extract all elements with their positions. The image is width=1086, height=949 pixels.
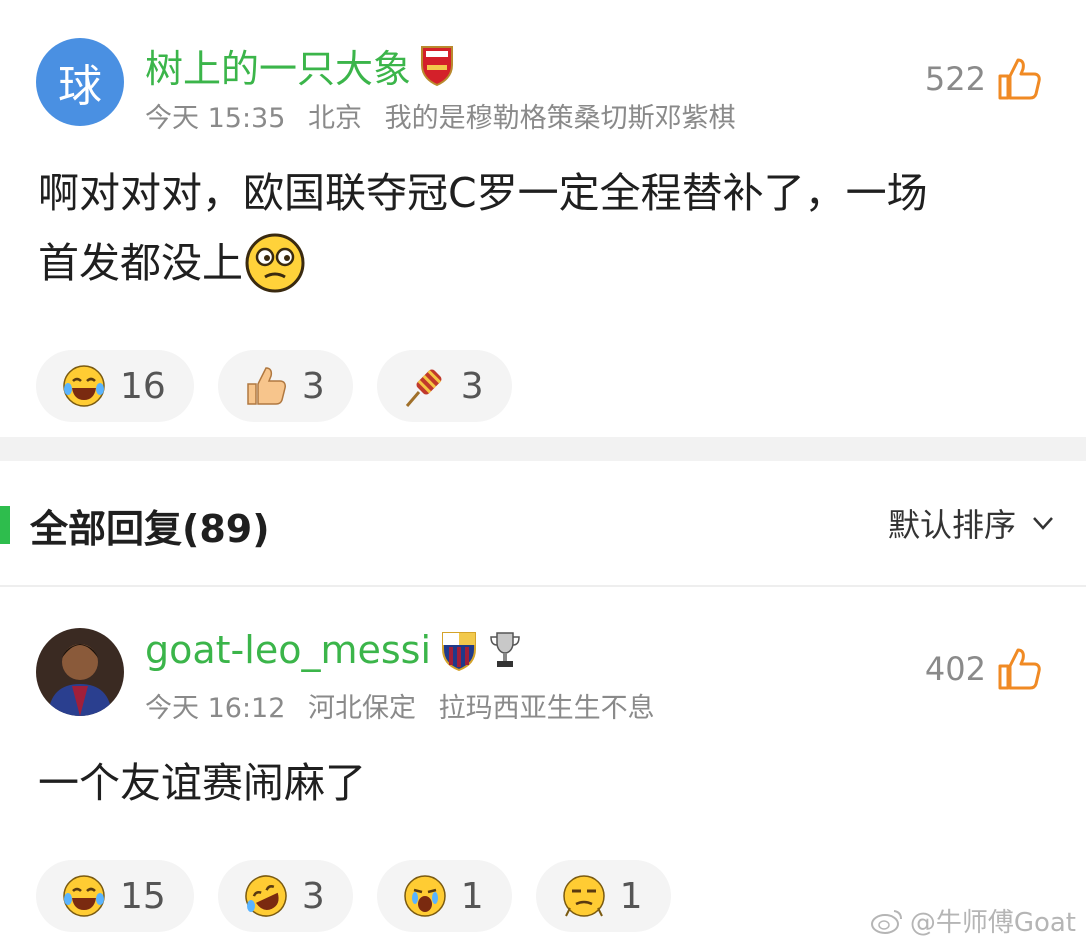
reaction-count: 3 [301,365,325,407]
timestamp: 今天 16:12 [145,693,286,724]
reaction-pill[interactable]: 3 [376,350,512,422]
reaction-count: 1 [460,875,484,917]
comment-text: 一个友谊赛闹麻了 [38,759,366,807]
username[interactable]: 树上的一只大象 [145,38,455,93]
comment-meta: 今天 16:12 河北保定 拉玛西亚生生不息 [145,686,669,725]
laughing-tears-icon [63,875,105,917]
reaction-bar: 16 3 3 [36,350,512,422]
reaction-count: 3 [460,365,484,407]
comment-text: 啊对对对，欧国联夺冠C罗一定全程替补了，一场 首发都没上 [38,158,1046,298]
location: 北京 [308,103,362,134]
barcelona-badge-icon [442,632,477,671]
reaction-pill[interactable]: 3 [217,350,353,422]
watermark-text: @牛师傅Goat [909,908,1076,938]
reaction-pill[interactable]: 1 [376,860,512,932]
section-accent-bar [0,506,10,544]
username[interactable]: goat-leo_messi [145,628,523,672]
reaction-pill[interactable]: 15 [36,860,194,932]
firecracker-icon [405,369,442,407]
avatar[interactable]: 球 [36,38,124,126]
like-count: 402 [924,650,986,688]
arsenal-badge-icon [421,45,454,86]
location: 河北保定 [308,693,416,724]
username-text[interactable]: goat-leo_messi [145,628,431,672]
thumbs-up-icon [998,58,1041,100]
thumbs-up-icon [998,648,1041,690]
reaction-count: 3 [301,875,325,917]
team-label: 我的是穆勒格策桑切斯邓紫棋 [384,103,736,134]
section-separator [0,437,1086,461]
timestamp: 今天 15:35 [145,103,286,134]
reaction-count: 1 [619,875,643,917]
crying-icon [403,875,446,917]
reaction-pill[interactable]: 16 [36,350,194,422]
team-label: 拉玛西亚生生不息 [438,693,655,724]
comment-text-line: 啊对对对，欧国联夺冠C罗一定全程替补了，一场 [38,169,928,217]
username-text[interactable]: 树上的一只大象 [145,38,411,93]
laughing-tears-icon [63,365,105,407]
comment-text-line2: 首发都没上 [38,239,243,287]
squint-emoji-icon [245,233,305,293]
reaction-bar: 15 3 1 1 [36,860,671,932]
reaction-pill[interactable]: 3 [217,860,353,932]
avatar[interactable] [36,628,124,716]
watermark: @牛师傅Goat [870,902,1076,939]
thumbs-up-emoji-icon [247,367,286,405]
like-button[interactable]: 402 [925,646,1042,692]
like-count: 522 [924,60,986,98]
reaction-pill[interactable]: 1 [535,860,671,932]
comment-text-line: 首发都没上 [38,228,1046,298]
weibo-logo-icon [870,909,902,934]
like-button[interactable]: 522 [925,56,1042,102]
sort-label: 默认排序 [887,506,1016,544]
avatar-image [36,628,124,716]
sort-dropdown[interactable]: 默认排序 [888,500,1056,546]
section-title: 全部回复(89) [30,507,270,551]
smirk-icon [562,875,605,917]
trophy-icon [490,632,520,667]
reaction-count: 15 [120,875,166,917]
chevron-down-icon [1033,517,1053,530]
comment-meta: 今天 15:35 北京 我的是穆勒格策桑切斯邓紫棋 [145,96,750,135]
reaction-count: 16 [120,365,166,407]
rofl-icon [245,875,287,917]
